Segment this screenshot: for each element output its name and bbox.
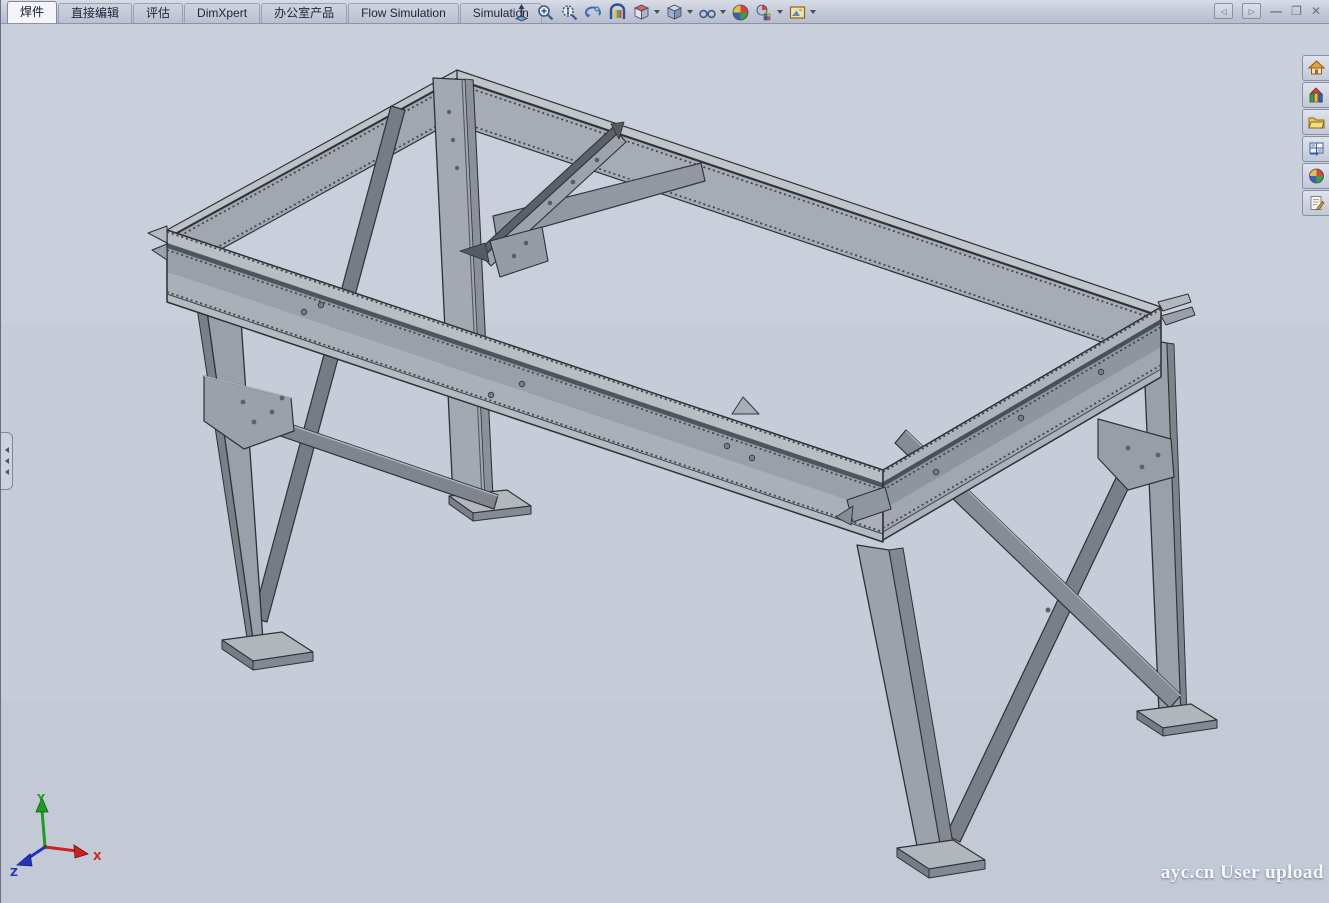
section-view-icon[interactable] bbox=[607, 2, 628, 23]
file-explorer-icon[interactable] bbox=[1302, 109, 1329, 135]
edit-appearance-icon[interactable] bbox=[754, 2, 775, 23]
tab-direct-editing[interactable]: 直接编辑 bbox=[58, 3, 132, 23]
triad-x-label: X bbox=[93, 850, 102, 863]
view-settings-icon[interactable] bbox=[787, 2, 808, 23]
hide-show-items-dropdown[interactable] bbox=[720, 10, 726, 14]
appearances-scenes-icon[interactable] bbox=[1302, 163, 1329, 189]
collapse-arrow-icon bbox=[5, 447, 9, 453]
minimize-button[interactable]: — bbox=[1270, 4, 1282, 18]
solidworks-window: 焊件 直接编辑 评估 DimXpert 办公室产品 Flow Simulatio… bbox=[0, 0, 1329, 903]
hide-show-items-icon[interactable] bbox=[697, 2, 718, 23]
graphics-viewport[interactable] bbox=[1, 0, 1329, 903]
apply-scene-icon[interactable] bbox=[730, 2, 751, 23]
display-style-dropdown[interactable] bbox=[687, 10, 693, 14]
restore-button[interactable]: ❐ bbox=[1291, 4, 1302, 18]
reference-triad: Y X Z bbox=[9, 790, 109, 880]
tab-office-products[interactable]: 办公室产品 bbox=[261, 3, 347, 23]
triad-z-label: Z bbox=[10, 866, 18, 879]
collapse-arrow-icon bbox=[5, 458, 9, 464]
tab-evaluate[interactable]: 评估 bbox=[133, 3, 183, 23]
view-settings-dropdown[interactable] bbox=[810, 10, 816, 14]
heads-up-view-toolbar bbox=[511, 1, 817, 23]
view-palette-icon[interactable] bbox=[1302, 136, 1329, 162]
watermark-text: ayc.cn User upload bbox=[1161, 862, 1324, 884]
tab-weldments[interactable]: 焊件 bbox=[7, 1, 57, 23]
zoom-in-out-icon[interactable] bbox=[559, 2, 580, 23]
display-style-icon[interactable] bbox=[664, 2, 685, 23]
edit-appearance-dropdown[interactable] bbox=[777, 10, 783, 14]
feature-panel-collapse-tab[interactable] bbox=[1, 432, 13, 490]
view-orientation-dropdown[interactable] bbox=[654, 10, 660, 14]
pane-toggle-left-button[interactable]: ◁ bbox=[1214, 3, 1233, 19]
close-button[interactable]: ✕ bbox=[1311, 4, 1321, 18]
command-manager-tabs: 焊件 直接编辑 评估 DimXpert 办公室产品 Flow Simulatio… bbox=[7, 0, 543, 23]
window-controls: ◁ ▷ — ❐ ✕ bbox=[1214, 3, 1321, 19]
pane-toggle-right-button[interactable]: ▷ bbox=[1242, 3, 1261, 19]
solidworks-resources-home-icon[interactable] bbox=[1302, 55, 1329, 81]
custom-properties-icon[interactable] bbox=[1302, 190, 1329, 216]
command-manager-bar: 焊件 直接编辑 评估 DimXpert 办公室产品 Flow Simulatio… bbox=[1, 0, 1329, 24]
triad-y-label: Y bbox=[36, 792, 46, 805]
rotate-view-icon[interactable] bbox=[583, 2, 604, 23]
zoom-to-fit-icon[interactable] bbox=[511, 2, 532, 23]
task-pane-tabs bbox=[1302, 55, 1329, 216]
tab-flow-simulation[interactable]: Flow Simulation bbox=[348, 3, 459, 23]
collapse-arrow-icon bbox=[5, 469, 9, 475]
tab-dimxpert[interactable]: DimXpert bbox=[184, 3, 260, 23]
view-orientation-icon[interactable] bbox=[631, 2, 652, 23]
zoom-to-area-icon[interactable] bbox=[535, 2, 556, 23]
design-library-icon[interactable] bbox=[1302, 82, 1329, 108]
